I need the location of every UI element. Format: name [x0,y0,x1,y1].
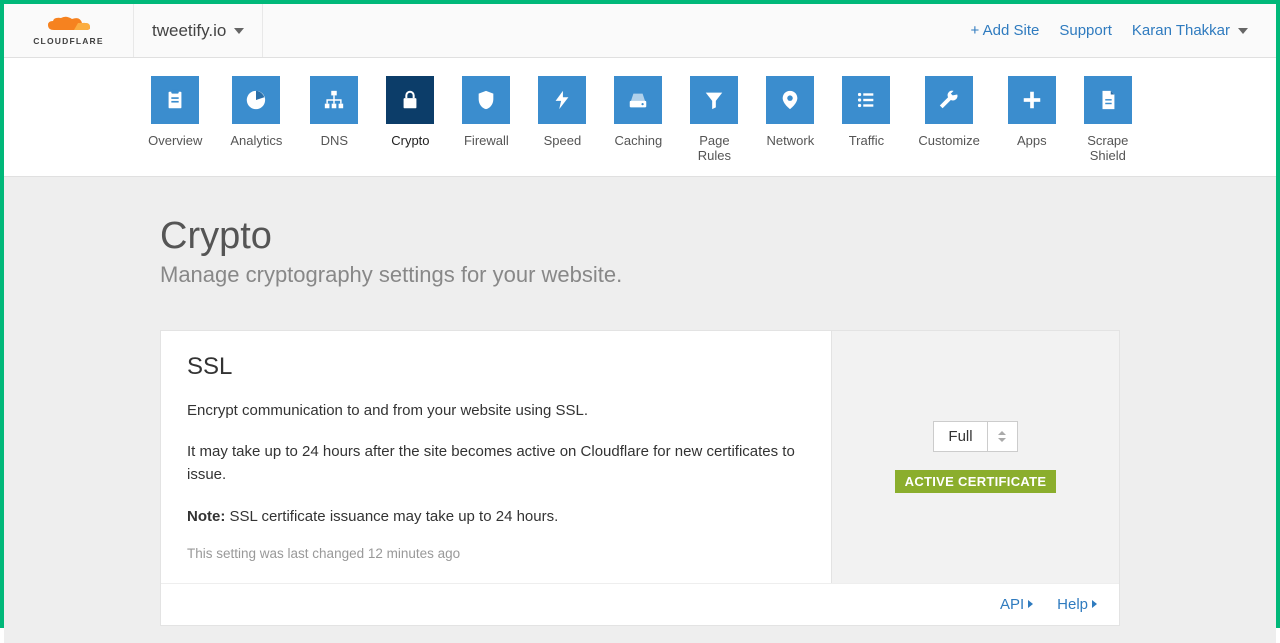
nav-analytics[interactable]: Analytics [230,76,282,164]
cloud-icon [46,16,92,34]
nav-apps[interactable]: Apps [1008,76,1056,164]
page-title: Crypto [160,215,1120,258]
nav-network[interactable]: Network [766,76,814,164]
ssl-desc-1: Encrypt communication to and from your w… [187,399,805,422]
chevron-right-icon [1092,600,1097,608]
funnel-icon [690,76,738,124]
nav-label: ScrapeShield [1087,134,1128,164]
ssl-card-side: Full ACTIVE CERTIFICATE [831,331,1119,583]
select-stepper-icon [987,422,1017,451]
brand-text: CLOUDFLARE [33,36,104,46]
api-link[interactable]: API [1000,596,1033,613]
top-header: CLOUDFLARE tweetify.io + Add Site Suppor… [4,4,1276,58]
ssl-card-main: SSL Encrypt communication to and from yo… [161,331,831,583]
nav-customize[interactable]: Customize [918,76,979,164]
shield-icon [462,76,510,124]
brand-logo[interactable]: CLOUDFLARE [4,4,134,57]
nav-label: Network [767,134,815,149]
clipboard-icon [151,76,199,124]
doc-icon [1084,76,1132,124]
drive-icon [614,76,662,124]
note-label: Note: [187,508,225,525]
bolt-icon [538,76,586,124]
nav-overview[interactable]: Overview [148,76,202,164]
chevron-right-icon [1028,600,1033,608]
main-content: Crypto Manage cryptography settings for … [4,177,1276,643]
nav-label: Traffic [849,134,884,149]
ssl-mode-value: Full [934,422,986,451]
user-name: Karan Thakkar [1132,22,1230,39]
nav-label: Analytics [230,134,282,149]
user-menu[interactable]: Karan Thakkar [1132,22,1248,39]
nav-page-rules[interactable]: PageRules [690,76,738,164]
ssl-card: SSL Encrypt communication to and from yo… [160,330,1120,626]
nav-scrape-shield[interactable]: ScrapeShield [1084,76,1132,164]
ssl-title: SSL [187,353,805,381]
card-footer: API Help [161,583,1119,625]
nav-label: Crypto [391,134,429,149]
nav-bar: Overview Analytics DNS Crypto Firewall Speed C… [4,58,1276,177]
nav-traffic[interactable]: Traffic [842,76,890,164]
nav-dns[interactable]: DNS [310,76,358,164]
caret-down-icon [234,28,244,34]
page-subtitle: Manage cryptography settings for your we… [160,262,1120,288]
ssl-last-changed: This setting was last changed 12 minutes… [187,546,805,561]
ssl-desc-2: It may take up to 24 hours after the sit… [187,440,805,487]
note-text: SSL certificate issuance may take up to … [225,508,558,525]
pie-icon [232,76,280,124]
plus-icon [1008,76,1056,124]
header-right: + Add Site Support Karan Thakkar [971,22,1266,39]
caret-down-icon [1238,28,1248,34]
list-icon [842,76,890,124]
nav-label: DNS [321,134,348,149]
help-link[interactable]: Help [1057,596,1097,613]
nav-label: Caching [615,134,663,149]
nav-caching[interactable]: Caching [614,76,662,164]
add-site-link[interactable]: + Add Site [971,22,1040,39]
pin-icon [766,76,814,124]
nav-crypto[interactable]: Crypto [386,76,434,164]
ssl-description: Encrypt communication to and from your w… [187,399,805,528]
site-selector[interactable]: tweetify.io [134,4,263,57]
site-name: tweetify.io [152,21,226,41]
lock-icon [386,76,434,124]
nav-firewall[interactable]: Firewall [462,76,510,164]
nav-speed[interactable]: Speed [538,76,586,164]
support-link[interactable]: Support [1059,22,1112,39]
status-badge: ACTIVE CERTIFICATE [895,470,1057,493]
nav-label: Customize [918,134,979,149]
sitemap-icon [310,76,358,124]
nav-label: Speed [544,134,582,149]
nav-label: Firewall [464,134,509,149]
nav-label: Overview [148,134,202,149]
ssl-note: Note: SSL certificate issuance may take … [187,505,805,528]
nav-label: Apps [1017,134,1047,149]
nav-label: PageRules [698,134,731,164]
wrench-icon [925,76,973,124]
ssl-mode-select[interactable]: Full [933,421,1017,452]
